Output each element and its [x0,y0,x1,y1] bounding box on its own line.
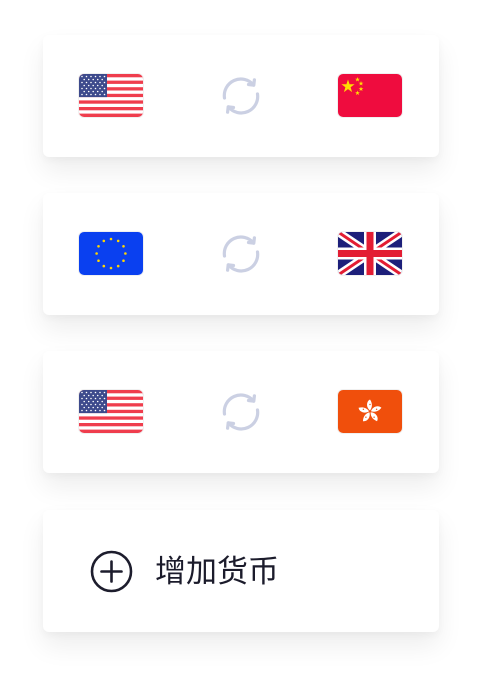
currency-pair-card[interactable] [43,193,439,315]
flag-hk-icon[interactable] [338,390,402,433]
add-currency-label: 增加货币 [155,554,279,590]
currency-page: 增加货币 [0,0,482,683]
swap-icon[interactable] [218,74,264,118]
flag-us-icon[interactable] [79,390,143,433]
swap-icon[interactable] [218,390,264,434]
flag-us-icon[interactable] [79,74,143,117]
currency-pair-card[interactable] [43,35,439,157]
plus-circle-icon [90,550,133,593]
swap-icon[interactable] [218,232,264,276]
flag-gb-icon[interactable] [338,232,402,275]
flag-eu-icon[interactable] [79,232,143,275]
add-currency-button[interactable]: 增加货币 [43,510,439,632]
flag-cn-icon[interactable] [338,74,402,117]
currency-pair-card[interactable] [43,351,439,473]
